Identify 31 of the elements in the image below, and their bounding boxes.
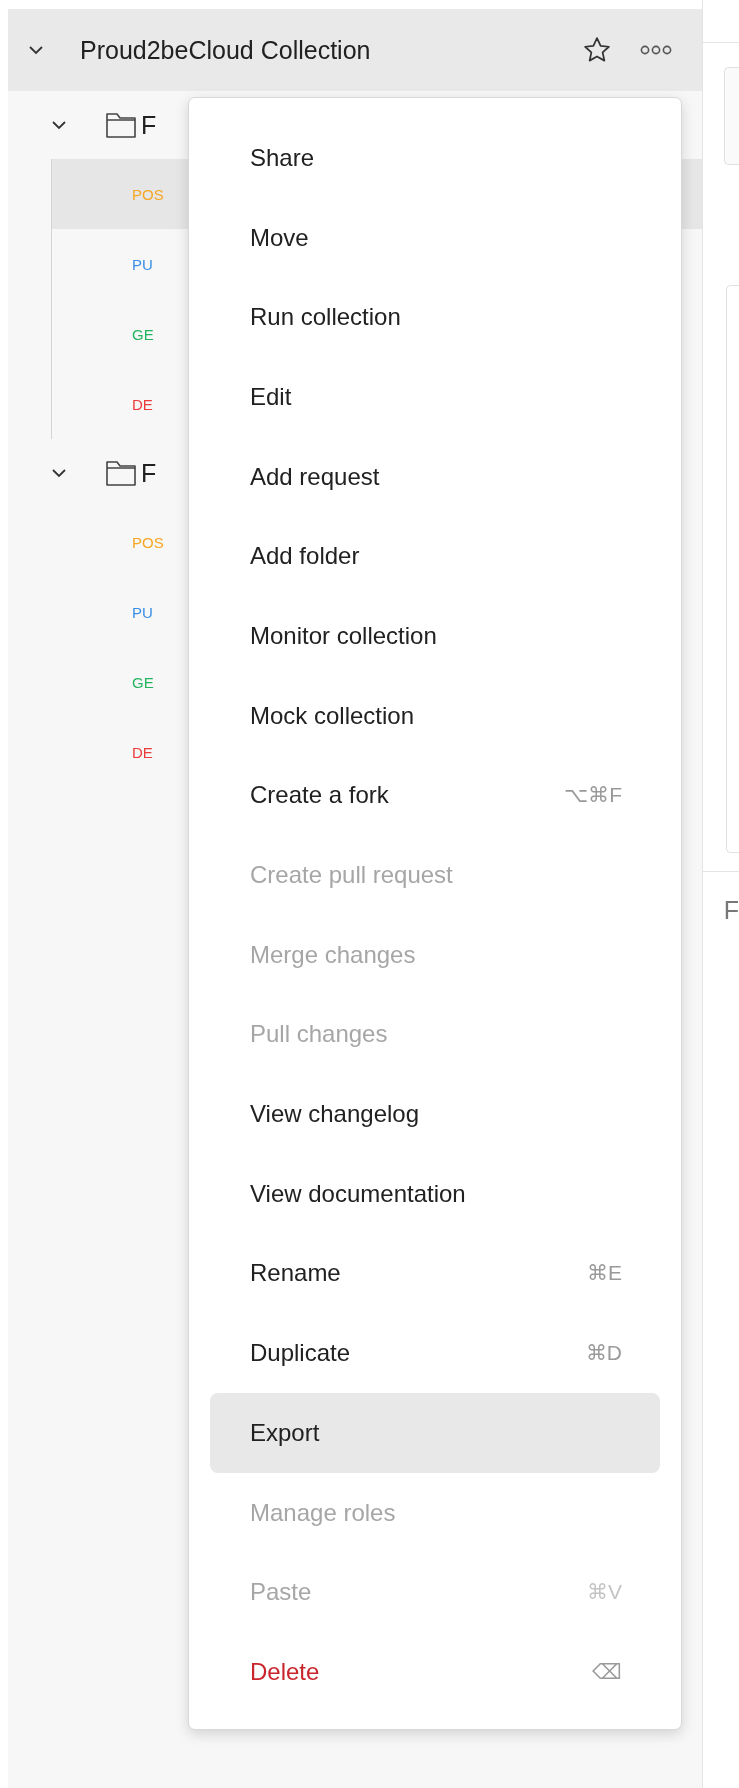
star-icon[interactable] (581, 35, 612, 65)
request-method: DE (132, 743, 153, 761)
menu-item[interactable]: Edit (210, 357, 660, 437)
menu-item[interactable]: Rename ⌘E (210, 1233, 660, 1314)
folder-icon (105, 111, 137, 139)
menu-item[interactable]: Add folder (210, 516, 660, 597)
shortcut-label: ⌥⌘F (564, 783, 622, 808)
more-icon[interactable] (639, 45, 672, 55)
shortcut-label: ⌘V (587, 1580, 622, 1605)
shortcut-label: ⌘E (587, 1261, 622, 1286)
request-method: POS (132, 185, 164, 203)
menu-item[interactable]: Monitor collection (210, 596, 660, 676)
menu-item[interactable]: Export (210, 1393, 660, 1473)
menu-item[interactable]: Share (210, 118, 660, 198)
shortcut-label: ⌘D (585, 1341, 622, 1366)
folder-name[interactable]: F (141, 458, 157, 488)
menu-item[interactable]: Delete ⌫ (210, 1632, 660, 1712)
menu-item[interactable]: View documentation (210, 1153, 660, 1234)
panel-label: F (723, 896, 739, 925)
menu-item[interactable]: Move (210, 197, 660, 278)
folder-icon (105, 459, 137, 487)
menu-item[interactable]: View changelog (210, 1074, 660, 1154)
folder-name[interactable]: F (141, 110, 157, 140)
shortcut-label: ⌫ (592, 1659, 622, 1684)
menu-item[interactable]: Create a fork ⌥⌘F (210, 755, 660, 836)
menu-item[interactable]: Add request (210, 436, 660, 517)
menu-item[interactable]: Duplicate ⌘D (210, 1313, 660, 1393)
collection-name: Proud2beCloud Collection (80, 35, 372, 65)
menu-item[interactable]: Run collection (210, 277, 660, 358)
collection-row[interactable]: Proud2beCloud Collection (8, 9, 702, 91)
menu-item[interactable]: Mock collection (210, 675, 660, 756)
